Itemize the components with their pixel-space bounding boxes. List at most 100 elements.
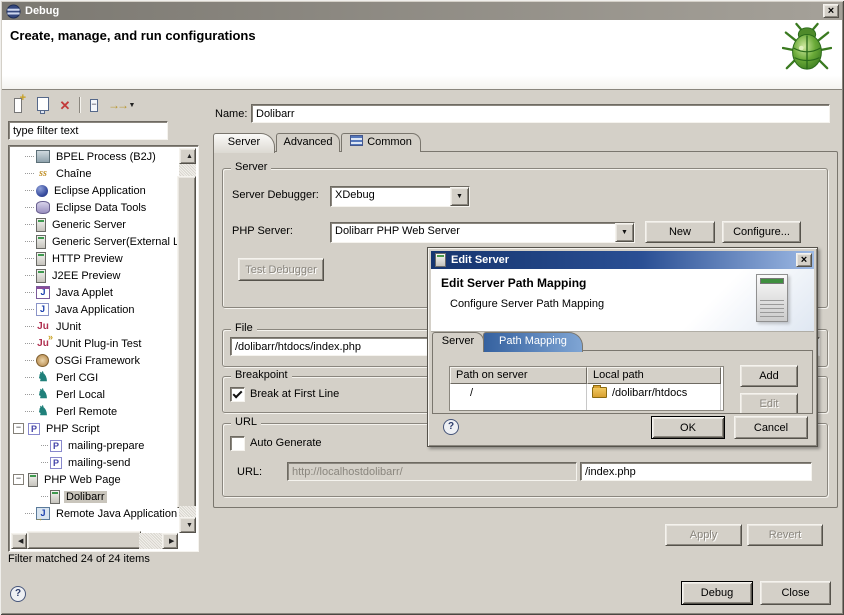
server-debugger-select[interactable]: XDebug ▼ <box>330 186 470 207</box>
add-mapping-button[interactable]: Add <box>740 365 798 387</box>
tree-item-perl-remote[interactable]: ♞Perl Remote <box>11 403 179 420</box>
window-close-button[interactable]: × <box>823 4 839 18</box>
tree-item-label: HTTP Preview <box>50 253 125 265</box>
tree-item-remote-java-application[interactable]: JRemote Java Application <box>11 505 179 522</box>
tree-item-java-applet[interactable]: JJava Applet <box>11 284 179 301</box>
server-icon <box>36 218 46 232</box>
tree-item-dolibarr[interactable]: Dolibarr <box>11 488 179 505</box>
tree-item-perl-local[interactable]: ♞Perl Local <box>11 386 179 403</box>
tree-item-mailing-prepare[interactable]: Pmailing-prepare <box>11 437 179 454</box>
apply-button[interactable]: Apply <box>665 524 742 546</box>
collapse-expander-icon[interactable]: − <box>13 474 24 485</box>
tree-item-cha-ne[interactable]: ssChaîne <box>11 165 179 182</box>
tree-item-label: Eclipse Application <box>52 185 148 197</box>
tree-item-eclipse-data-tools[interactable]: Eclipse Data Tools <box>11 199 179 216</box>
tree-item-label: Generic Server(External La <box>50 236 179 248</box>
panel-sash[interactable] <box>202 93 205 566</box>
duplicate-configuration-button[interactable] <box>31 95 51 115</box>
php-icon: P <box>50 440 62 452</box>
revert-button[interactable]: Revert <box>747 524 823 546</box>
auto-generate-checkbox[interactable] <box>230 436 245 451</box>
new-server-button[interactable]: New <box>645 221 715 243</box>
server-icon <box>36 235 46 249</box>
tree-item-osgi-framework[interactable]: OSGi Framework <box>11 352 179 369</box>
page-title: Create, manage, and run configurations <box>10 28 256 43</box>
tab-advanced[interactable]: Advanced <box>276 133 340 152</box>
scroll-down-button[interactable]: ▼ <box>179 517 196 533</box>
collapse-all-button[interactable]: − <box>84 95 104 115</box>
tree-item-eclipse-application[interactable]: Eclipse Application <box>11 182 179 199</box>
scroll-track[interactable] <box>179 164 196 176</box>
new-config-icon <box>14 98 22 113</box>
new-configuration-button[interactable] <box>8 95 28 115</box>
tree-item-junit-plug-in-test[interactable]: JuJUnit Plug-in Test <box>11 335 179 352</box>
help-icon[interactable]: ? <box>10 586 26 602</box>
php-server-select[interactable]: Dolibarr PHP Web Server ▼ <box>330 222 635 243</box>
tree-item-label: Generic Server <box>50 219 128 231</box>
auto-generate-label: Auto Generate <box>250 437 322 449</box>
folder-icon <box>592 387 607 398</box>
scroll-thumb[interactable] <box>27 531 141 549</box>
tree-item-php-web-page[interactable]: − PHP Web Page <box>11 471 179 488</box>
dialog-tab-path-mapping[interactable]: Path Mapping <box>483 332 583 352</box>
scroll-track[interactable] <box>139 533 162 549</box>
configure-server-button[interactable]: Configure... <box>722 221 801 243</box>
url-label: URL: <box>237 466 262 478</box>
url-path-input[interactable] <box>580 462 812 481</box>
scroll-track[interactable] <box>179 506 196 517</box>
tree-item-perl-cgi[interactable]: ♞Perl CGI <box>11 369 179 386</box>
php-icon: P <box>50 457 62 469</box>
test-debugger-button[interactable]: Test Debugger <box>238 258 324 281</box>
scroll-right-button[interactable]: ▶ <box>162 533 178 549</box>
tree-item-mailing-send[interactable]: Pmailing-send <box>11 454 179 471</box>
tree-item-generic-server[interactable]: Generic Server <box>11 216 179 233</box>
tab-server[interactable]: Server <box>213 133 275 153</box>
collapse-expander-icon[interactable]: − <box>13 423 24 434</box>
tree-item-label: PHP Web Page <box>42 474 123 486</box>
tree-item-php-script[interactable]: −PPHP Script <box>11 420 179 437</box>
tree-item-label: JUnit <box>54 321 83 333</box>
toolbar-menu-caret[interactable]: ▼ <box>126 95 138 115</box>
dropdown-arrow-icon[interactable]: ▼ <box>450 187 469 206</box>
tree-item-label: mailing-send <box>66 457 132 469</box>
computer-icon <box>36 150 50 163</box>
tree-item-junit[interactable]: JuJUnit <box>11 318 179 335</box>
tree-item-label: BPEL Process (B2J) <box>54 151 158 163</box>
delete-configuration-button[interactable]: ✕ <box>55 95 75 115</box>
scroll-thumb[interactable] <box>177 176 196 508</box>
tree-item-http-preview[interactable]: HTTP Preview <box>11 250 179 267</box>
tab-common[interactable]: Common <box>341 133 421 152</box>
column-header-local-path[interactable]: Local path <box>587 367 721 384</box>
junit-plugin-icon: Ju <box>36 337 50 350</box>
tree-item-generic-server-external-la[interactable]: Generic Server(External La <box>11 233 179 250</box>
tree-item-java-application[interactable]: JJava Application <box>11 301 179 318</box>
scroll-up-button[interactable]: ▲ <box>179 148 196 164</box>
break-at-first-line-checkbox[interactable] <box>230 387 245 402</box>
dialog-heading: Edit Server Path Mapping <box>441 276 586 290</box>
debug-button[interactable]: Debug <box>681 581 753 605</box>
cancel-button[interactable]: Cancel <box>734 416 808 439</box>
dropdown-arrow-icon[interactable]: ▼ <box>615 223 634 242</box>
database-icon <box>36 201 50 214</box>
dialog-close-button[interactable]: × <box>796 253 812 267</box>
dialog-help-icon[interactable]: ? <box>443 419 459 435</box>
server-icon <box>435 253 446 267</box>
mapping-row[interactable]: //dolibarr/htdocs <box>450 384 723 401</box>
dialog-tab-server[interactable]: Server <box>432 332 484 351</box>
filter-input[interactable] <box>8 121 168 140</box>
tree-item-j2ee-preview[interactable]: J2EE Preview <box>11 267 179 284</box>
table-header-row: Path on serverLocal path <box>450 367 723 384</box>
tree-item-label: Chaîne <box>54 168 93 180</box>
tree-item-bpel-process-b2j[interactable]: BPEL Process (B2J) <box>11 148 179 165</box>
name-input[interactable] <box>251 104 830 123</box>
close-button[interactable]: Close <box>760 581 831 605</box>
tree-item-label: Java Applet <box>54 287 115 299</box>
edit-mapping-button[interactable]: Edit <box>740 393 798 414</box>
column-header-path-on-server[interactable]: Path on server <box>450 367 587 384</box>
collapse-all-icon: − <box>90 99 98 112</box>
ok-button[interactable]: OK <box>651 416 725 439</box>
filter-configurations-button[interactable]: →→ <box>107 95 127 115</box>
scroll-left-button[interactable]: ◀ <box>11 533 27 549</box>
empty-row <box>450 401 723 410</box>
path-mapping-table[interactable]: Path on serverLocal path //dolibarr/htdo… <box>449 366 724 411</box>
